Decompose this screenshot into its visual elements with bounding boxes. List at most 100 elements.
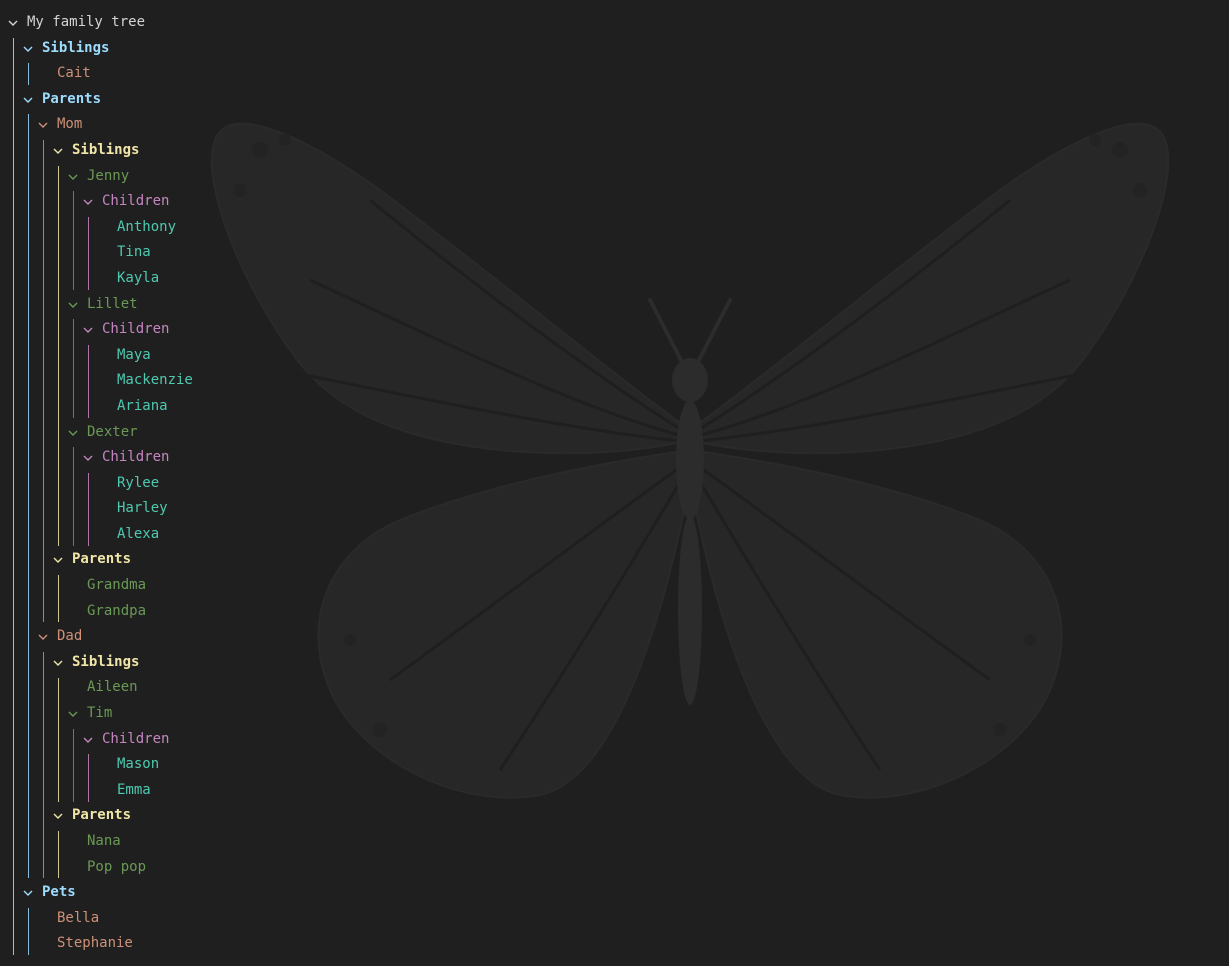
chevron-down-icon[interactable]	[68, 701, 80, 727]
tree-label: Lillet	[87, 295, 138, 312]
tree-folder-my-family-tree[interactable]: My family tree	[0, 10, 600, 36]
indent-guide	[58, 831, 59, 879]
tree-label: Children	[102, 449, 170, 466]
chevron-down-icon[interactable]	[83, 189, 95, 215]
tree-label: Anthony	[117, 218, 177, 235]
tree-label: Parents	[42, 90, 102, 107]
tree-folder-tim[interactable]: Tim	[0, 701, 600, 727]
indent-guide	[43, 652, 44, 879]
indent-guide	[28, 908, 29, 956]
family-tree: My family tree Siblings Cait Parents Mom Sibl…	[0, 10, 600, 957]
tree-label: Siblings	[72, 141, 140, 158]
tree-folder-parents[interactable]: Parents	[0, 803, 600, 829]
tree-folder-lillet[interactable]: Lillet	[0, 292, 600, 318]
tree-label: Siblings	[72, 653, 140, 670]
tree-item-grandma[interactable]: Grandma	[0, 573, 600, 599]
tree-folder-parents[interactable]: Parents	[0, 87, 600, 113]
indent-guide	[88, 216, 89, 290]
tree-label: Alexa	[117, 525, 160, 542]
chevron-down-icon[interactable]	[68, 420, 80, 446]
indent-guide	[13, 37, 14, 956]
tree-folder-siblings[interactable]: Siblings	[0, 36, 600, 62]
tree-folder-dexter[interactable]: Dexter	[0, 420, 600, 446]
indent-guide	[28, 114, 29, 879]
tree-folder-children[interactable]: Children	[0, 445, 600, 471]
tree-label: Mason	[117, 756, 160, 773]
tree-item-alexa[interactable]: Alexa	[0, 522, 600, 548]
chevron-down-icon[interactable]	[23, 880, 35, 906]
chevron-down-icon[interactable]	[83, 317, 95, 343]
tree-folder-parents[interactable]: Parents	[0, 547, 600, 573]
chevron-down-icon[interactable]	[53, 138, 65, 164]
chevron-down-icon[interactable]	[83, 727, 95, 753]
tree-item-nana[interactable]: Nana	[0, 829, 600, 855]
tree-item-aileen[interactable]: Aileen	[0, 675, 600, 701]
tree-label: Emma	[117, 781, 151, 798]
tree-item-kayla[interactable]: Kayla	[0, 266, 600, 292]
indent-guide	[73, 447, 74, 546]
chevron-down-icon[interactable]	[68, 164, 80, 190]
tree-label: Jenny	[87, 167, 130, 184]
tree-folder-mom[interactable]: Mom	[0, 112, 600, 138]
tree-label: Dad	[57, 628, 83, 645]
tree-label: Ariana	[117, 397, 168, 414]
chevron-down-icon[interactable]	[53, 803, 65, 829]
tree-item-ariana[interactable]: Ariana	[0, 394, 600, 420]
tree-label: Siblings	[42, 39, 110, 56]
indent-guide	[43, 140, 44, 623]
tree-label: Cait	[57, 65, 91, 82]
chevron-down-icon[interactable]	[53, 547, 65, 573]
tree-label: Children	[102, 730, 170, 747]
tree-folder-dad[interactable]: Dad	[0, 624, 600, 650]
tree-item-bella[interactable]: Bella	[0, 906, 600, 932]
chevron-down-icon[interactable]	[53, 650, 65, 676]
tree-folder-children[interactable]: Children	[0, 317, 600, 343]
chevron-down-icon[interactable]	[8, 10, 20, 36]
chevron-down-icon[interactable]	[38, 112, 50, 138]
tree-label: Children	[102, 321, 170, 338]
tree-label: Tim	[87, 705, 113, 722]
tree-item-anthony[interactable]: Anthony	[0, 215, 600, 241]
chevron-down-icon[interactable]	[23, 36, 35, 62]
tree-folder-siblings[interactable]: Siblings	[0, 138, 600, 164]
tree-item-mason[interactable]: Mason	[0, 752, 600, 778]
tree-label: Pop pop	[87, 858, 147, 875]
tree-label: Grandpa	[87, 602, 147, 619]
tree-label: My family tree	[27, 14, 146, 30]
tree-item-mackenzie[interactable]: Mackenzie	[0, 368, 600, 394]
chevron-down-icon[interactable]	[38, 624, 50, 650]
indent-guide	[88, 472, 89, 546]
tree-folder-pets[interactable]: Pets	[0, 880, 600, 906]
indent-guide	[73, 319, 74, 418]
tree-item-tina[interactable]: Tina	[0, 240, 600, 266]
tree-item-harley[interactable]: Harley	[0, 496, 600, 522]
tree-item-cait[interactable]: Cait	[0, 61, 600, 87]
tree-label: Dexter	[87, 423, 138, 440]
tree-label: Tina	[117, 244, 151, 261]
tree-item-stephanie[interactable]: Stephanie	[0, 931, 600, 957]
chevron-down-icon[interactable]	[68, 292, 80, 318]
tree-item-maya[interactable]: Maya	[0, 343, 600, 369]
indent-guide	[73, 728, 74, 802]
tree-folder-siblings[interactable]: Siblings	[0, 650, 600, 676]
tree-item-rylee[interactable]: Rylee	[0, 471, 600, 497]
tree-label: Mackenzie	[117, 372, 193, 389]
indent-guide	[58, 165, 59, 546]
tree-label: Grandma	[87, 577, 147, 594]
indent-guide	[88, 754, 89, 802]
tree-label: Children	[102, 193, 170, 210]
indent-guide	[58, 677, 59, 802]
tree-item-emma[interactable]: Emma	[0, 778, 600, 804]
tree-label: Pets	[42, 884, 76, 901]
tree-label: Nana	[87, 833, 121, 849]
tree-label: Kayla	[117, 269, 160, 286]
tree-folder-children[interactable]: Children	[0, 727, 600, 753]
indent-guide	[28, 63, 29, 85]
chevron-down-icon[interactable]	[23, 87, 35, 113]
tree-folder-jenny[interactable]: Jenny	[0, 164, 600, 190]
tree-item-grandpa[interactable]: Grandpa	[0, 599, 600, 625]
tree-item-pop-pop[interactable]: Pop pop	[0, 855, 600, 881]
tree-label: Harley	[117, 500, 168, 517]
tree-folder-children[interactable]: Children	[0, 189, 600, 215]
chevron-down-icon[interactable]	[83, 445, 95, 471]
